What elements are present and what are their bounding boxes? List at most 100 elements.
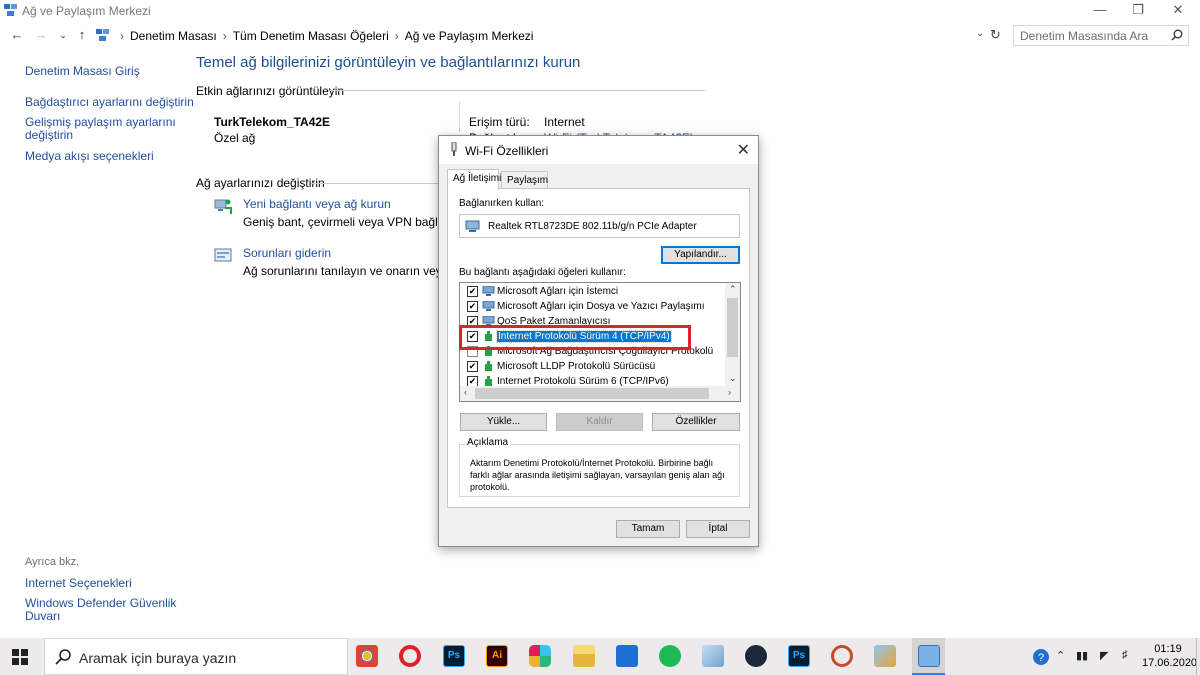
checkbox[interactable]: ✔ bbox=[467, 301, 478, 312]
clock-date: 17.06.2020 bbox=[1142, 657, 1198, 669]
client-icon bbox=[482, 286, 495, 296]
description-group: Açıklama Aktarım Denetimi Protokolü/İnte… bbox=[459, 437, 740, 497]
list-vertical-scrollbar[interactable]: ⌃ ⌄ bbox=[725, 283, 740, 387]
list-item-label: Microsoft LLDP Protokolü Sürücüsü bbox=[497, 361, 656, 372]
description-title: Açıklama bbox=[465, 437, 511, 448]
back-arrow-icon[interactable]: ← bbox=[9, 27, 25, 43]
photoshop-icon[interactable]: Ps bbox=[788, 645, 810, 667]
breadcrumb-item-all-items[interactable]: Tüm Denetim Masası Öğeleri bbox=[233, 29, 389, 43]
windows-start-icon[interactable] bbox=[12, 649, 28, 665]
divider bbox=[311, 183, 441, 184]
mail-icon[interactable] bbox=[616, 645, 638, 667]
scroll-left-icon[interactable]: ‹ bbox=[464, 387, 467, 397]
forward-arrow-icon[interactable]: → bbox=[33, 27, 49, 43]
adapter-name: Realtek RTL8723DE 802.11b/g/n PCIe Adapt… bbox=[488, 221, 697, 232]
network-icon[interactable] bbox=[918, 645, 940, 667]
browser-icon[interactable] bbox=[831, 645, 853, 667]
tray-chevron-icon[interactable]: ⌃ bbox=[1056, 649, 1065, 662]
divider bbox=[330, 90, 705, 91]
spotify-icon[interactable] bbox=[659, 645, 681, 667]
show-desktop-button[interactable] bbox=[1196, 638, 1200, 675]
volume-icon[interactable]: ♯ bbox=[1122, 649, 1128, 661]
slack-icon[interactable] bbox=[529, 645, 551, 667]
clock[interactable]: 01:19 17.06.2020 bbox=[1142, 642, 1198, 670]
tab-networking[interactable]: Ağ İletişimi bbox=[447, 169, 501, 190]
wifi-icon[interactable]: ◤ bbox=[1100, 649, 1108, 662]
address-bar[interactable]: › Denetim Masası › Tüm Denetim Masası Öğele… bbox=[93, 25, 1005, 46]
checkbox[interactable]: ✔ bbox=[467, 286, 478, 297]
help-icon[interactable]: ? bbox=[1032, 648, 1050, 666]
taskbar-search-input[interactable]: Aramak için buraya yazın bbox=[79, 650, 236, 666]
sidebar-item-adapter-settings[interactable]: Bağdaştırıcı ayarlarını değiştirin bbox=[25, 96, 194, 109]
recent-locations-chevron-icon[interactable]: ⌄ bbox=[55, 27, 71, 43]
settings-icon[interactable] bbox=[874, 645, 896, 667]
list-item[interactable]: ✔ Microsoft Ağları için İstemci bbox=[460, 284, 730, 299]
description-text: Aktarım Denetimi Protokolü/İnternet Prot… bbox=[470, 458, 725, 492]
chrome-icon[interactable] bbox=[356, 645, 378, 667]
refresh-icon[interactable]: ↻ bbox=[990, 27, 1001, 43]
list-item[interactable]: ✔ Microsoft LLDP Protokolü Sürücüsü bbox=[460, 359, 730, 374]
taskbar: Aramak için buraya yazın Ps Ai Ps ? ⌃ ▮▮… bbox=[0, 638, 1200, 675]
uninstall-button[interactable]: Kaldır bbox=[556, 413, 643, 431]
taskbar-search[interactable]: Aramak için buraya yazın bbox=[44, 638, 348, 675]
list-item-label: Microsoft Ağları için İstemci bbox=[497, 286, 619, 297]
search-icon[interactable] bbox=[1171, 29, 1183, 41]
window-titlebar: Ağ ve Paylaşım Merkezi — ❐ ✕ bbox=[0, 0, 1200, 22]
dialog-close-icon[interactable]: ✕ bbox=[737, 140, 750, 160]
breadcrumb-item-network-center[interactable]: Ağ ve Paylaşım Merkezi bbox=[405, 29, 534, 43]
scroll-up-icon[interactable]: ⌃ bbox=[729, 284, 737, 295]
battery-icon[interactable]: ▮▮ bbox=[1076, 649, 1088, 662]
photoshop-icon[interactable]: Ps bbox=[443, 645, 465, 667]
file-explorer-icon[interactable] bbox=[573, 645, 595, 667]
up-arrow-icon[interactable]: ↑ bbox=[74, 27, 90, 43]
troubleshoot-icon bbox=[214, 248, 232, 262]
see-also-defender-firewall-line2[interactable]: Duvarı bbox=[25, 610, 60, 623]
active-networks-title: Etkin ağlarınızı görüntüleyin bbox=[196, 84, 345, 98]
scroll-thumb[interactable] bbox=[475, 388, 709, 399]
configure-button[interactable]: Yapılandır... bbox=[661, 246, 740, 264]
scroll-thumb[interactable] bbox=[727, 298, 738, 357]
search-input[interactable]: Denetim Masasında Ara bbox=[1020, 29, 1148, 43]
notepad-icon[interactable] bbox=[702, 645, 724, 667]
cancel-button[interactable]: İptal bbox=[686, 520, 750, 538]
install-button[interactable]: Yükle... bbox=[460, 413, 547, 431]
highlight-box bbox=[459, 325, 691, 350]
clock-time: 01:19 bbox=[1154, 643, 1182, 655]
sidebar-item-home[interactable]: Denetim Masası Giriş bbox=[25, 65, 140, 78]
service-icon bbox=[482, 301, 495, 311]
sidebar-item-media-streaming[interactable]: Medya akışı seçenekleri bbox=[25, 150, 154, 163]
illustrator-icon[interactable]: Ai bbox=[486, 645, 508, 667]
network-adapter-icon bbox=[465, 220, 480, 232]
see-also-internet-options[interactable]: Internet Seçenekleri bbox=[25, 577, 132, 590]
access-type-value: Internet bbox=[544, 115, 585, 129]
properties-button[interactable]: Özellikler bbox=[652, 413, 740, 431]
list-item[interactable]: ✔ Microsoft Ağları için Dosya ve Yazıcı … bbox=[460, 299, 730, 314]
see-also-heading: Ayrıca bkz. bbox=[25, 556, 80, 568]
close-button[interactable]: ✕ bbox=[1155, 0, 1200, 22]
tab-sharing[interactable]: Paylaşım bbox=[501, 171, 548, 189]
window-title: Ağ ve Paylaşım Merkezi bbox=[22, 4, 151, 18]
new-connection-desc: Geniş bant, çevirmeli veya VPN bağlantıs… bbox=[243, 215, 468, 229]
checkbox[interactable]: ✔ bbox=[467, 361, 478, 372]
scroll-down-icon[interactable]: ⌄ bbox=[729, 373, 737, 384]
troubleshoot-link[interactable]: Sorunları giderin bbox=[243, 246, 331, 260]
address-dropdown-chevron-icon[interactable]: ⌄ bbox=[976, 28, 984, 39]
search-icon bbox=[55, 649, 71, 665]
new-connection-link[interactable]: Yeni bağlantı veya ağ kurun bbox=[243, 197, 391, 211]
navigation-bar: ← → ⌄ ↑ › Denetim Masası › Tüm Denetim Masa… bbox=[0, 22, 1200, 48]
page-title: Temel ağ bilgilerinizi görüntüleyin ve b… bbox=[196, 54, 581, 71]
sidebar-item-advanced-sharing-line2[interactable]: değiştirin bbox=[25, 129, 73, 142]
list-item-label: Microsoft Ağları için Dosya ve Yazıcı Pa… bbox=[497, 301, 705, 312]
search-box[interactable]: Denetim Masasında Ara bbox=[1013, 25, 1189, 46]
steam-icon[interactable] bbox=[745, 645, 767, 667]
list-horizontal-scrollbar[interactable]: ‹ › bbox=[460, 386, 740, 401]
new-connection-icon bbox=[214, 199, 232, 214]
opera-icon[interactable] bbox=[399, 645, 421, 667]
breadcrumb-item-control-panel[interactable]: Denetim Masası bbox=[130, 29, 217, 43]
connect-using-label: Bağlanırken kullan: bbox=[459, 198, 545, 209]
ok-button[interactable]: Tamam bbox=[616, 520, 680, 538]
control-panel-icon bbox=[96, 29, 109, 41]
network-name: TurkTelekom_TA42E bbox=[214, 115, 331, 129]
scroll-right-icon[interactable]: › bbox=[728, 387, 731, 397]
protocol-icon bbox=[485, 361, 492, 371]
